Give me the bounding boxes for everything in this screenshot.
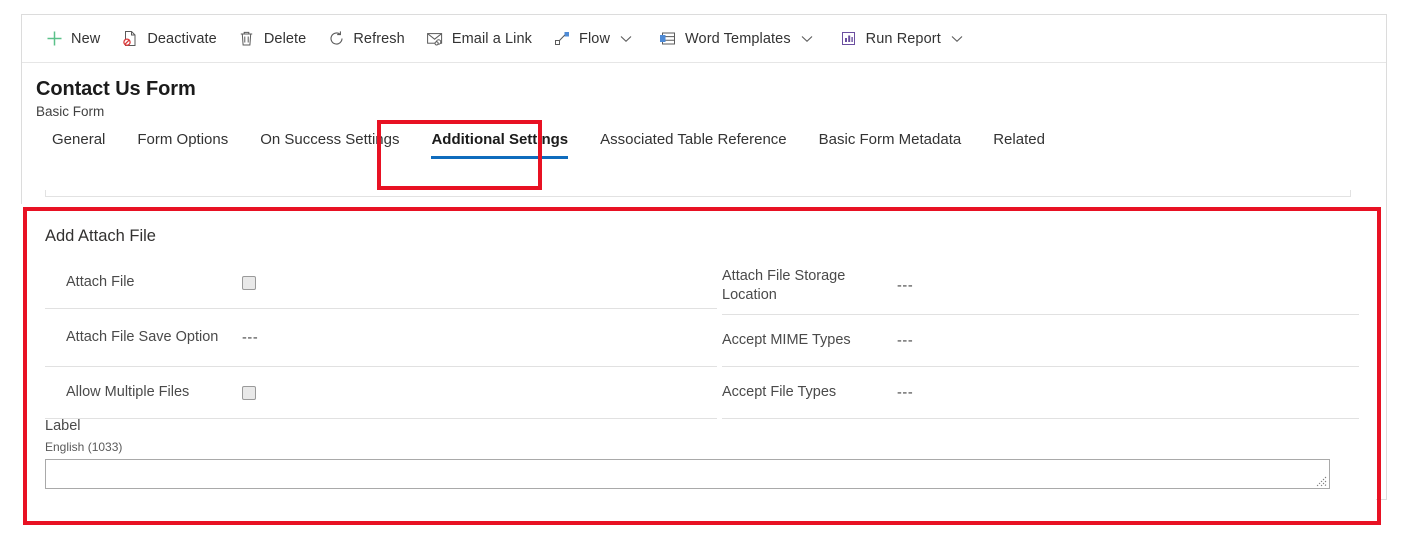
tab-general-label: General bbox=[52, 131, 106, 148]
word-template-icon bbox=[658, 29, 678, 49]
command-deactivate[interactable]: Deactivate bbox=[110, 15, 227, 63]
page-subtitle: Basic Form bbox=[36, 104, 105, 119]
chevron-down-icon[interactable] bbox=[614, 15, 638, 63]
command-new[interactable]: New bbox=[34, 15, 110, 63]
tab-general[interactable]: General bbox=[36, 125, 121, 159]
record-header: Contact Us Form Basic Form General Form … bbox=[22, 63, 1386, 188]
run-report-icon bbox=[839, 29, 859, 49]
field-attach-file: Attach File bbox=[45, 257, 717, 309]
right-field-column: Attach File Storage Location --- Accept … bbox=[722, 257, 1359, 419]
field-accept-mime-types-label: Accept MIME Types bbox=[722, 332, 851, 348]
allow-multiple-files-checkbox[interactable] bbox=[242, 385, 256, 400]
flow-icon bbox=[552, 29, 572, 49]
command-refresh[interactable]: Refresh bbox=[316, 15, 414, 63]
command-delete[interactable]: Delete bbox=[227, 15, 317, 63]
page-title: Contact Us Form bbox=[36, 78, 196, 100]
field-attach-file-storage-location: Attach File Storage Location --- bbox=[722, 257, 1359, 315]
command-email-a-link-label: Email a Link bbox=[451, 30, 533, 47]
plus-icon bbox=[44, 29, 64, 49]
app-root: New Deactivate Delete Refresh Email a Li… bbox=[0, 0, 1411, 544]
label-field-input[interactable] bbox=[45, 459, 1330, 489]
field-allow-multiple-files: Allow Multiple Files bbox=[45, 367, 717, 419]
tab-associated-table-reference-label: Associated Table Reference bbox=[600, 131, 787, 148]
panel-right-edge bbox=[1386, 188, 1387, 500]
label-field-block: Label English (1033) bbox=[45, 418, 1355, 489]
tab-associated-table-reference[interactable]: Associated Table Reference bbox=[584, 125, 803, 159]
tab-additional-settings[interactable]: Additional Settings bbox=[415, 125, 584, 159]
tab-form-options[interactable]: Form Options bbox=[121, 125, 244, 159]
tab-additional-settings-label: Additional Settings bbox=[431, 131, 569, 148]
field-accept-mime-types: Accept MIME Types --- bbox=[722, 315, 1359, 367]
field-accept-file-types: Accept File Types --- bbox=[722, 367, 1359, 419]
command-word-templates-label: Word Templates bbox=[685, 30, 791, 47]
active-tab-underline bbox=[431, 156, 569, 159]
field-accept-mime-types-value[interactable]: --- bbox=[897, 333, 913, 349]
command-run-report-label: Run Report bbox=[865, 30, 941, 47]
command-new-label: New bbox=[71, 30, 101, 47]
command-flow[interactable]: Flow bbox=[542, 15, 648, 63]
tab-basic-form-metadata-label: Basic Form Metadata bbox=[818, 131, 962, 148]
field-accept-file-types-value[interactable]: --- bbox=[897, 385, 913, 401]
command-bar: New Deactivate Delete Refresh Email a Li… bbox=[22, 15, 1386, 63]
email-link-icon bbox=[425, 29, 445, 49]
field-attach-file-save-option-value[interactable]: --- bbox=[242, 330, 258, 346]
command-deactivate-label: Deactivate bbox=[147, 30, 217, 47]
field-accept-file-types-label: Accept File Types bbox=[722, 384, 837, 400]
chevron-down-icon[interactable] bbox=[795, 15, 819, 63]
command-email-a-link[interactable]: Email a Link bbox=[415, 15, 542, 63]
tab-related-label: Related bbox=[993, 131, 1045, 148]
label-field-language: English (1033) bbox=[45, 440, 123, 454]
tab-form-options-label: Form Options bbox=[137, 131, 229, 148]
add-attach-file-section: Add Attach File Attach File Attach File … bbox=[28, 212, 1376, 525]
tab-on-success-settings[interactable]: On Success Settings bbox=[244, 125, 415, 159]
field-attach-file-storage-location-value[interactable]: --- bbox=[897, 278, 913, 294]
field-attach-file-save-option-label: Attach File Save Option bbox=[66, 329, 219, 345]
resize-grip-icon[interactable] bbox=[1315, 475, 1327, 487]
chevron-down-icon[interactable] bbox=[945, 15, 969, 63]
command-delete-label: Delete bbox=[263, 30, 307, 47]
tab-basic-form-metadata[interactable]: Basic Form Metadata bbox=[803, 125, 978, 159]
label-field-title: Label bbox=[45, 418, 81, 434]
record-panel: New Deactivate Delete Refresh Email a Li… bbox=[21, 14, 1387, 188]
command-flow-label: Flow bbox=[579, 30, 611, 47]
deactivate-icon bbox=[120, 29, 140, 49]
command-word-templates[interactable]: Word Templates bbox=[648, 15, 829, 63]
field-attach-file-label: Attach File bbox=[66, 274, 135, 290]
trash-icon bbox=[237, 29, 257, 49]
left-field-column: Attach File Attach File Save Option --- … bbox=[45, 257, 717, 419]
section-title: Add Attach File bbox=[45, 227, 156, 245]
tab-bar: General Form Options On Success Settings… bbox=[36, 125, 1061, 159]
field-attach-file-save-option: Attach File Save Option --- bbox=[45, 309, 717, 367]
scrolled-content-sliver bbox=[45, 190, 1351, 197]
panel-left-edge bbox=[21, 188, 22, 204]
attach-file-checkbox[interactable] bbox=[242, 275, 256, 290]
panel-bottom-edge bbox=[1376, 499, 1387, 500]
field-allow-multiple-files-label: Allow Multiple Files bbox=[66, 384, 190, 400]
tab-related[interactable]: Related bbox=[977, 125, 1061, 159]
command-run-report[interactable]: Run Report bbox=[829, 15, 979, 63]
tab-on-success-settings-label: On Success Settings bbox=[260, 131, 400, 148]
command-refresh-label: Refresh bbox=[353, 30, 405, 47]
refresh-icon bbox=[326, 29, 346, 49]
field-attach-file-storage-location-label: Attach File Storage Location bbox=[722, 267, 846, 303]
